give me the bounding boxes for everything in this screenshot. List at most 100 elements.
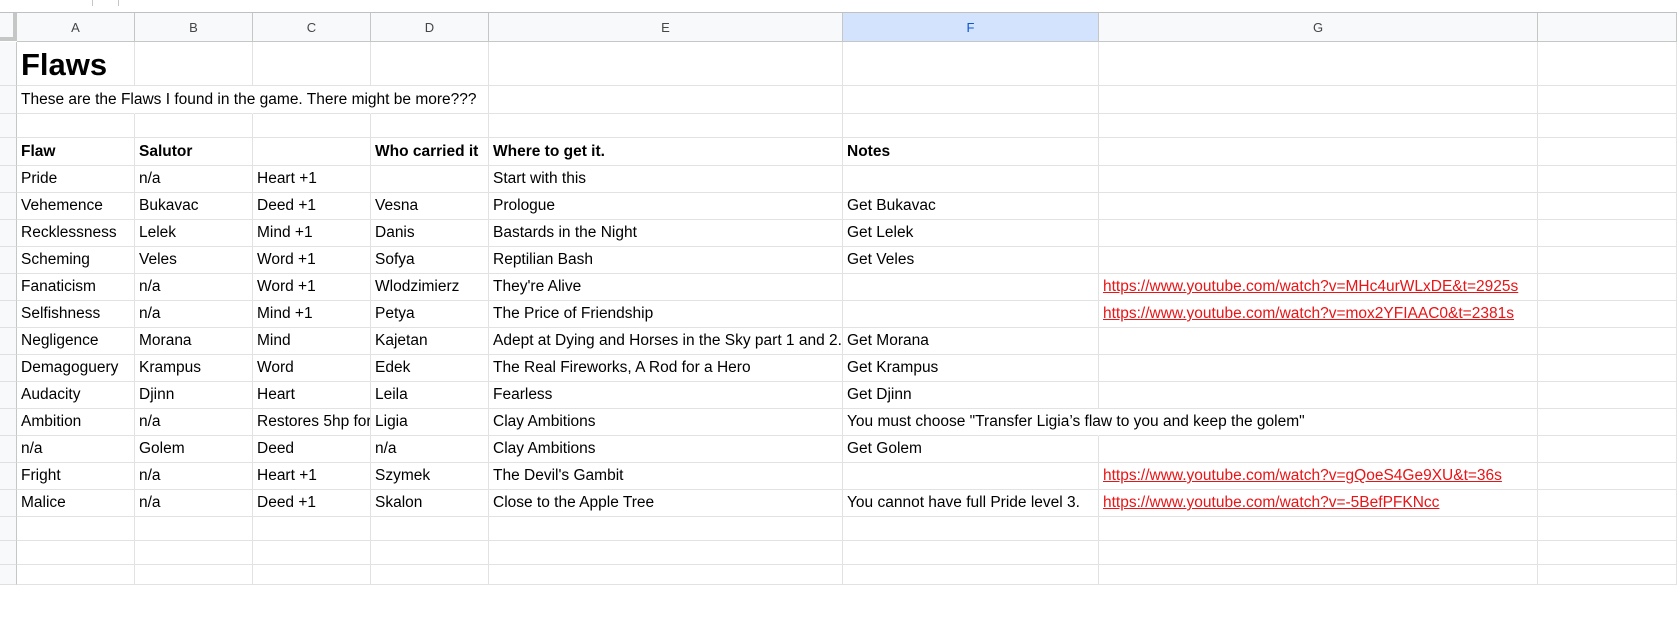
cell-e15[interactable]: Clay Ambitions <box>489 436 843 463</box>
cell-c11[interactable]: Mind <box>253 328 371 355</box>
cell-c8[interactable]: Word +1 <box>253 247 371 274</box>
youtube-link[interactable]: https://www.youtube.com/watch?v=gQoeS4Ge… <box>1103 467 1502 485</box>
cell-b11[interactable]: Morana <box>135 328 253 355</box>
column-header-c[interactable]: C <box>253 13 371 42</box>
cell[interactable] <box>1538 355 1677 382</box>
cell-b7[interactable]: Lelek <box>135 220 253 247</box>
cell[interactable] <box>489 541 843 565</box>
cell-g12[interactable] <box>1099 355 1538 382</box>
row-header[interactable] <box>0 220 17 247</box>
cell-c13[interactable]: Heart <box>253 382 371 409</box>
cell-d13[interactable]: Leila <box>371 382 489 409</box>
cell[interactable] <box>1099 42 1538 86</box>
cell-c9[interactable]: Word +1 <box>253 274 371 301</box>
cell-b12[interactable]: Krampus <box>135 355 253 382</box>
row-header[interactable] <box>0 436 17 463</box>
cell[interactable] <box>253 517 371 541</box>
cell[interactable] <box>1538 409 1677 436</box>
cell-a15[interactable]: n/a <box>17 436 135 463</box>
cell[interactable] <box>371 541 489 565</box>
row-header[interactable] <box>0 490 17 517</box>
row-header[interactable] <box>0 328 17 355</box>
cell[interactable] <box>1538 328 1677 355</box>
row-header[interactable] <box>0 517 17 541</box>
cell-d15[interactable]: n/a <box>371 436 489 463</box>
cell[interactable] <box>253 42 371 86</box>
cell[interactable] <box>17 541 135 565</box>
cell-b16[interactable]: n/a <box>135 463 253 490</box>
column-title-c[interactable] <box>253 138 371 166</box>
cell[interactable] <box>1538 220 1677 247</box>
youtube-link[interactable]: https://www.youtube.com/watch?v=-5BefPFK… <box>1103 494 1439 512</box>
column-title-g[interactable] <box>1099 138 1538 166</box>
cell-f11[interactable]: Get Morana <box>843 328 1099 355</box>
youtube-link[interactable]: https://www.youtube.com/watch?v=mox2YFIA… <box>1103 305 1514 323</box>
cell-e7[interactable]: Bastards in the Night <box>489 220 843 247</box>
cell[interactable] <box>1538 565 1677 585</box>
cell[interactable] <box>135 565 253 585</box>
cell-f6[interactable]: Get Bukavac <box>843 193 1099 220</box>
cell[interactable] <box>489 42 843 86</box>
cell[interactable] <box>371 565 489 585</box>
column-header-blank[interactable] <box>1538 13 1677 42</box>
cell[interactable] <box>843 114 1099 138</box>
cell[interactable] <box>371 114 489 138</box>
cell-e9[interactable]: They're Alive <box>489 274 843 301</box>
cell-g6[interactable] <box>1099 193 1538 220</box>
row-header[interactable] <box>0 301 17 328</box>
cell-g7[interactable] <box>1099 220 1538 247</box>
cell-c5[interactable]: Heart +1 <box>253 166 371 193</box>
cell-c10[interactable]: Mind +1 <box>253 301 371 328</box>
row-header[interactable] <box>0 565 17 585</box>
cell-b14[interactable]: n/a <box>135 409 253 436</box>
cell-d10[interactable]: Petya <box>371 301 489 328</box>
cell[interactable] <box>1099 517 1538 541</box>
column-title-f[interactable]: Notes <box>843 138 1099 166</box>
cell-c16[interactable]: Heart +1 <box>253 463 371 490</box>
cell-d11[interactable]: Kajetan <box>371 328 489 355</box>
cell-g10[interactable]: https://www.youtube.com/watch?v=mox2YFIA… <box>1099 301 1538 328</box>
youtube-link[interactable]: https://www.youtube.com/watch?v=MHc4urWL… <box>1103 278 1518 296</box>
cell-g11[interactable] <box>1099 328 1538 355</box>
cell-e12[interactable]: The Real Fireworks, A Rod for a Hero <box>489 355 843 382</box>
column-header-b[interactable]: B <box>135 13 253 42</box>
cell-a11[interactable]: Negligence <box>17 328 135 355</box>
column-header-g[interactable]: G <box>1099 13 1538 42</box>
cell-b10[interactable]: n/a <box>135 301 253 328</box>
row-header[interactable] <box>0 382 17 409</box>
cell-e10[interactable]: The Price of Friendship <box>489 301 843 328</box>
column-title-e[interactable]: Where to get it. <box>489 138 843 166</box>
column-title-d[interactable]: Who carried it <box>371 138 489 166</box>
cell[interactable] <box>843 42 1099 86</box>
cell[interactable] <box>1538 382 1677 409</box>
row-header[interactable] <box>0 114 17 138</box>
cell[interactable] <box>1538 86 1677 114</box>
cell[interactable] <box>1538 193 1677 220</box>
cell-g15[interactable] <box>1099 436 1538 463</box>
cell[interactable] <box>843 541 1099 565</box>
column-header-d[interactable]: D <box>371 13 489 42</box>
cell-a14[interactable]: Ambition <box>17 409 135 436</box>
cell[interactable] <box>1099 541 1538 565</box>
cell[interactable] <box>1538 166 1677 193</box>
cell[interactable] <box>135 114 253 138</box>
cell-a17[interactable]: Malice <box>17 490 135 517</box>
cell[interactable] <box>1538 42 1677 86</box>
cell-b9[interactable]: n/a <box>135 274 253 301</box>
row-header[interactable] <box>0 138 17 166</box>
cell-d7[interactable]: Danis <box>371 220 489 247</box>
cell-f15[interactable]: Get Golem <box>843 436 1099 463</box>
cell[interactable] <box>1538 541 1677 565</box>
cell-g17[interactable]: https://www.youtube.com/watch?v=-5BefPFK… <box>1099 490 1538 517</box>
cell[interactable] <box>1099 565 1538 585</box>
cell[interactable] <box>843 517 1099 541</box>
cell-g5[interactable] <box>1099 166 1538 193</box>
cell-e14[interactable]: Clay Ambitions <box>489 409 843 436</box>
cell-f10[interactable] <box>843 301 1099 328</box>
cell[interactable] <box>1538 490 1677 517</box>
cell-f7[interactable]: Get Lelek <box>843 220 1099 247</box>
cell[interactable] <box>17 517 135 541</box>
cell-b5[interactable]: n/a <box>135 166 253 193</box>
cell-b8[interactable]: Veles <box>135 247 253 274</box>
cell-f9[interactable] <box>843 274 1099 301</box>
